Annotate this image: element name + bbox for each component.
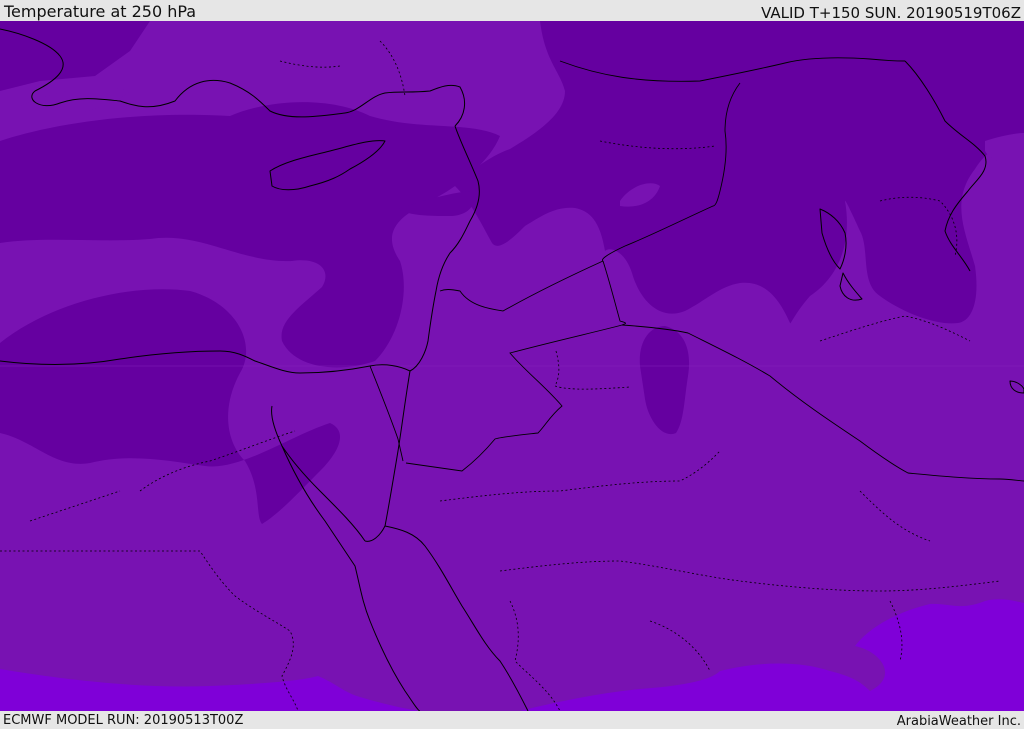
valid-time: VALID T+150 SUN. 20190519T06Z (761, 4, 1021, 22)
model-run: ECMWF MODEL RUN: 20190513T00Z (3, 713, 244, 728)
footer-bar: ECMWF MODEL RUN: 20190513T00Z ArabiaWeat… (0, 711, 1024, 729)
map-title: Temperature at 250 hPa (4, 2, 197, 21)
header-bar: Temperature at 250 hPa VALID T+150 SUN. … (0, 0, 1024, 22)
credit-label: ArabiaWeather Inc. (896, 714, 1021, 729)
weather-map[interactable] (0, 21, 1024, 711)
